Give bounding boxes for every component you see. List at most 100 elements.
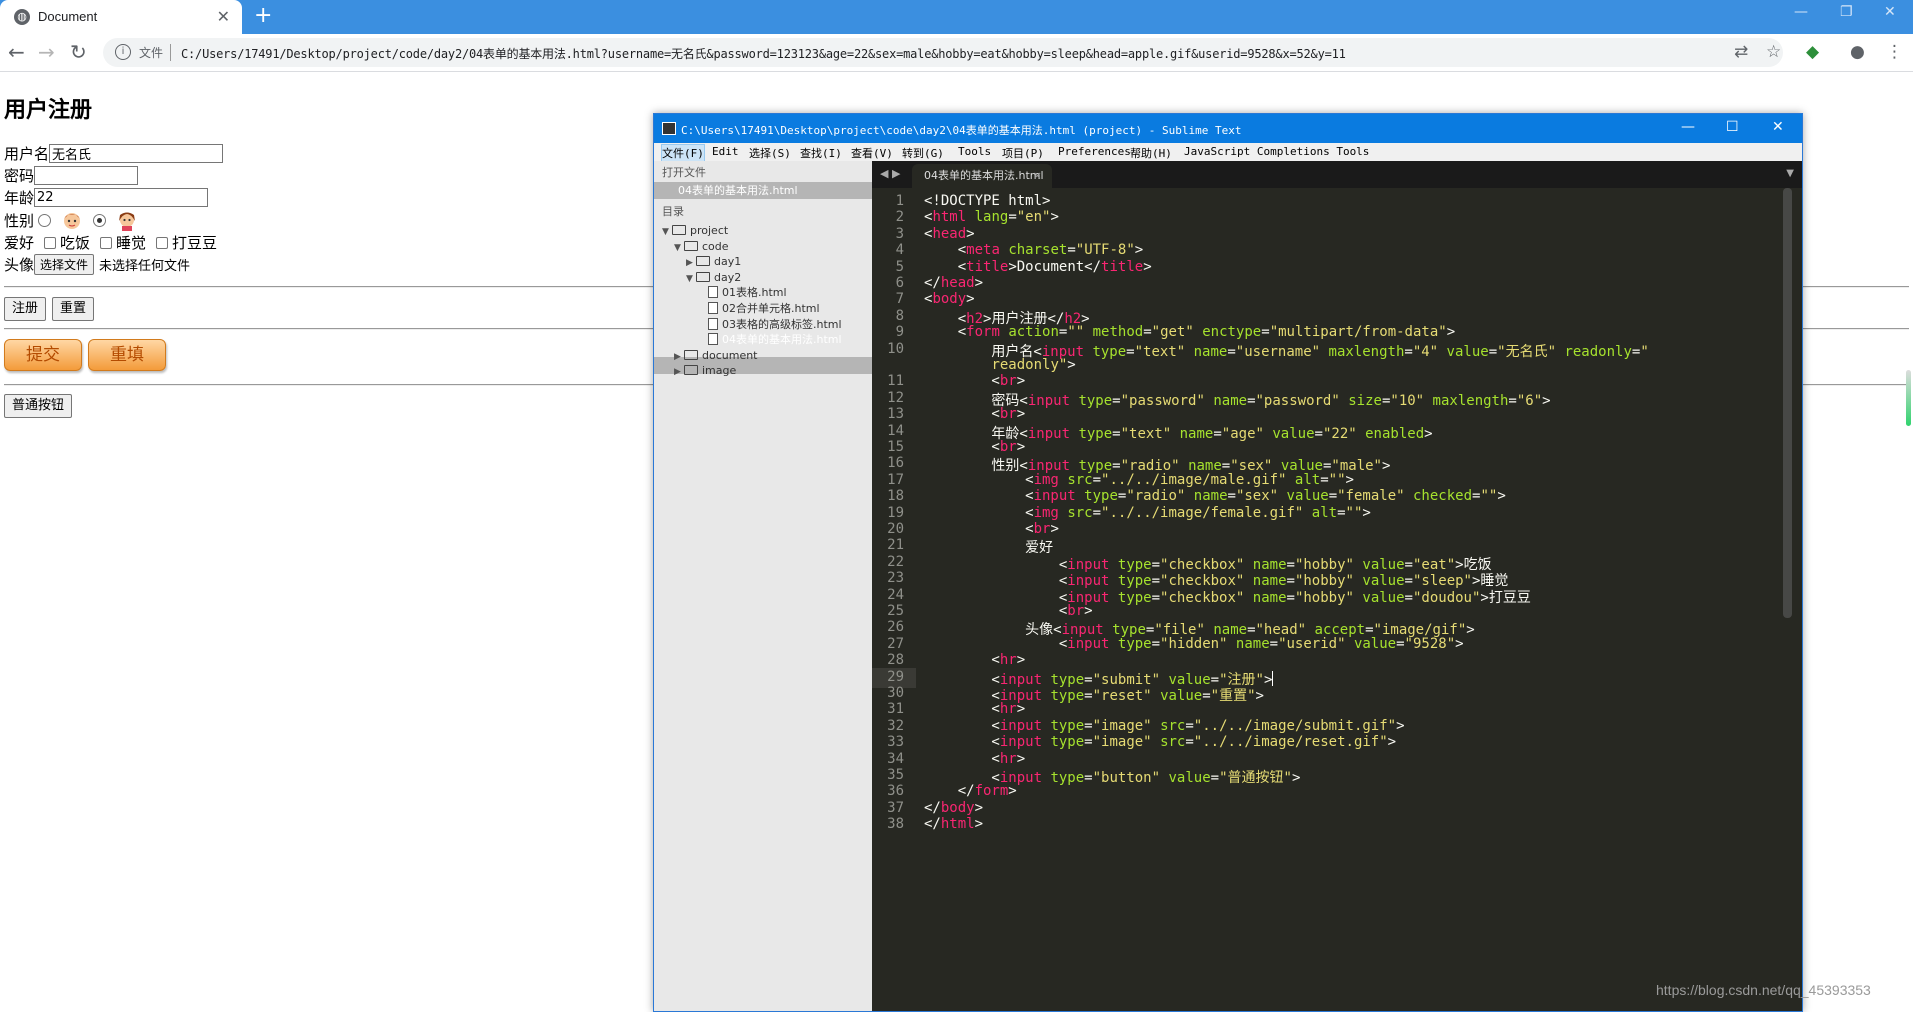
back-icon[interactable]: ← [8,40,25,64]
code-line: <img src="../../image/female.gif" alt=""… [924,504,1371,521]
page-heading: 用户注册 [4,98,93,123]
code-area[interactable]: 1 2 3 4 5 6 7 8 9 10 11 12 13 14 15 16 17 18 19 20 21 22 23 24 2… [872,188,1802,1011]
expand-arrow-icon[interactable]: ▼ [674,240,684,257]
line-number: 21 [887,537,904,554]
line-number: 2 [895,209,904,226]
line-number: 10 [887,340,904,357]
reload-icon[interactable]: ↻ [70,40,87,64]
line-number: 19 [887,504,904,521]
sidebar-file[interactable]: 01表格.html [698,284,787,301]
restore-icon[interactable]: ❐ [1840,4,1853,20]
editor-tab-close-icon[interactable]: × [1033,164,1042,188]
editor-scrollbar[interactable] [1783,188,1792,618]
hobby-sleep-checkbox[interactable] [100,236,113,249]
male-radio[interactable] [38,213,52,227]
new-tab-button[interactable]: + [254,3,272,28]
menu-kebab-icon[interactable]: ⋮ [1886,42,1903,62]
line-number: 1 [895,193,904,209]
hobby-eat-checkbox[interactable] [44,236,57,249]
sidebar-file[interactable]: 03表格的高级标签.html [698,316,842,333]
menu-file[interactable]: 文件(F) [661,144,705,162]
sublime-sidebar: 打开文件 04表单的基本用法.html 目录 ▼ project ▼ code ▶ day… [654,161,872,1011]
password-row: 密码 [4,165,139,186]
url-text[interactable]: C:/Users/17491/Desktop/project/code/day2… [181,45,1346,62]
line-number: 9 [895,324,904,341]
line-gutter: 1 2 3 4 5 6 7 8 9 10 11 12 13 14 15 16 17 18 19 20 21 22 23 24 2… [872,188,916,1011]
username-input[interactable] [49,144,224,163]
address-bar[interactable]: i 文件 C:/Users/17491/Desktop/project/code… [103,38,1783,67]
code-line: </html> [924,816,984,833]
editor-tab[interactable]: 04表单的基本用法.html × [912,164,1052,188]
choose-file-button[interactable]: 选择文件 [34,254,95,275]
sidebar-folder[interactable]: ▼ code [674,238,729,255]
female-radio[interactable] [93,213,107,227]
menu-view[interactable]: 查看(V) [851,145,893,161]
scroll-indicator [1906,370,1911,426]
hobby-doudou-checkbox[interactable] [156,236,169,249]
line-number: 22 [887,553,904,570]
folder-icon [696,271,710,282]
translate-icon[interactable]: ⇄ [1734,42,1748,62]
avatar-row: 头像 选择文件 未选择任何文件 [4,254,190,275]
close-tab-icon[interactable]: ✕ [217,7,230,26]
sidebar-item-label: document [702,348,758,362]
expand-arrow-icon[interactable]: ▼ [662,224,672,241]
register-submit-button[interactable]: 注册 [4,297,47,321]
sidebar-item-label: day1 [714,255,742,269]
extension-icon[interactable]: ◆ [1806,42,1819,62]
menu-edit[interactable]: Edit [712,145,739,158]
open-file-item[interactable]: 04表单的基本用法.html [678,182,798,199]
reset-button[interactable]: 重置 [52,297,95,321]
code-line: <title>Document</title> [924,258,1152,275]
sidebar-folder[interactable]: ▶ image [674,362,736,379]
browser-tab[interactable]: ◍ Document ✕ [0,0,242,34]
sidebar-item-label: 04表单的基本用法.html [722,333,842,347]
sidebar-folder[interactable]: ▼ day2 [686,269,741,286]
collapse-arrow-icon[interactable]: ▶ [674,364,684,381]
menu-help[interactable]: 帮助(H) [1130,145,1172,161]
menu-project[interactable]: 项目(P) [1002,145,1044,161]
code-line: <br> [924,603,1093,619]
sidebar-file[interactable]: 04表单的基本用法.html [698,331,842,348]
sublime-app-icon [662,122,676,135]
tab-dropdown-icon[interactable]: ▼ [1786,168,1794,179]
sidebar-folder[interactable]: ▼ project [662,222,728,239]
profile-icon[interactable]: ● [1850,42,1865,62]
line-number: 8 [895,307,904,324]
forward-icon[interactable]: → [38,40,55,64]
menu-js-completions[interactable]: JavaScript Completions Tools [1184,145,1369,158]
tab-title: Document [38,9,98,24]
image-reset-button[interactable]: 重填 [88,339,166,371]
sublime-maximize-icon[interactable]: ☐ [1726,119,1739,135]
close-window-icon[interactable]: ✕ [1884,4,1896,20]
line-number: 24 [887,586,904,603]
menu-preferences[interactable]: Preferences [1058,145,1131,158]
menu-tools[interactable]: Tools [958,145,991,158]
sublime-title: C:\Users\17491\Desktop\project\code\day2… [681,124,1242,137]
line-number: 37 [887,799,904,816]
password-input[interactable] [34,166,139,185]
menu-goto[interactable]: 转到(G) [902,145,944,161]
bookmark-star-icon[interactable]: ☆ [1766,42,1781,62]
age-input[interactable] [34,188,209,207]
sidebar-file[interactable]: 02合并单元格.html [698,300,820,317]
code-line: <br> [924,373,1026,390]
code-line: readonly"> [991,357,1076,373]
menu-find[interactable]: 查找(I) [800,145,842,161]
line-number: 6 [895,275,904,291]
editor-pane: ◀ ▶ 04表单的基本用法.html × ▼ 1 2 3 4 5 6 7 8 9 10 11 12 13… [872,161,1802,1011]
sidebar-folder[interactable]: ▶ document [674,347,758,364]
expand-arrow-icon[interactable]: ▼ [686,271,696,288]
tab-nav-arrows-icon[interactable]: ◀ ▶ [880,167,900,180]
sublime-close-icon[interactable]: ✕ [1772,119,1784,135]
plain-button[interactable]: 普通按钮 [4,394,73,418]
code-line: <br> [924,521,1059,537]
sex-label: 性别 [4,211,35,230]
info-icon[interactable]: i [115,44,131,60]
sublime-minimize-icon[interactable]: — [1681,119,1695,135]
minimize-icon[interactable]: — [1794,4,1808,20]
sidebar-folder[interactable]: ▶ day1 [686,253,741,270]
menu-selection[interactable]: 选择(S) [749,145,791,161]
file-icon [708,333,718,346]
image-submit-button[interactable]: 提交 [4,339,82,371]
